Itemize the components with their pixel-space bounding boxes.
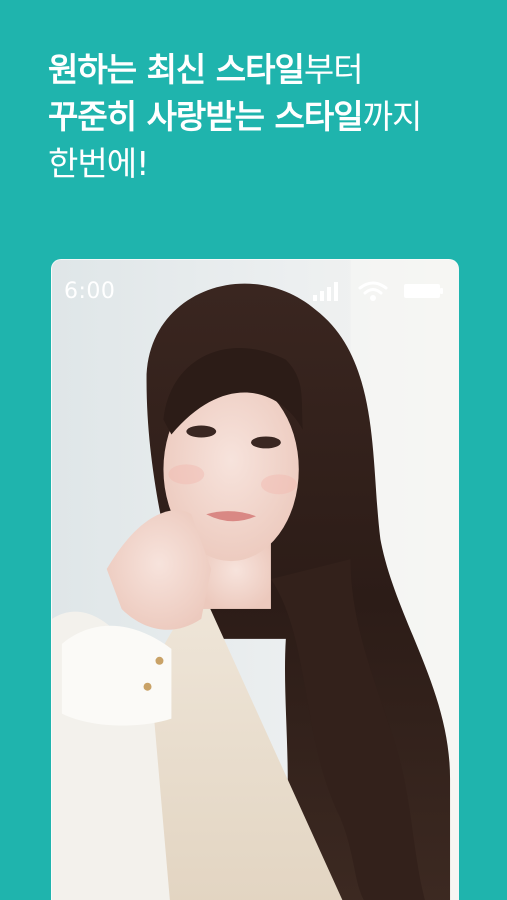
phone-mockup: 6:00 bbox=[51, 259, 459, 900]
status-time: 6:00 bbox=[64, 278, 116, 304]
headline-line-2-light: 까지 bbox=[362, 97, 423, 136]
headline-line-3: 한번에! bbox=[48, 144, 149, 183]
headline: 원하는 최신 스타일부터 꾸준히 사랑받는 스타일까지 한번에! bbox=[48, 46, 423, 187]
battery-icon bbox=[404, 284, 443, 298]
model-photo bbox=[52, 260, 458, 900]
status-bar: 6:00 bbox=[52, 260, 458, 322]
status-icons bbox=[312, 280, 444, 302]
headline-line-2-bold: 꾸준히 사랑받는 스타일 bbox=[48, 97, 364, 136]
promo-screen: 원하는 최신 스타일부터 꾸준히 사랑받는 스타일까지 한번에! 6:00 bbox=[0, 0, 507, 900]
headline-line-2: 꾸준히 사랑받는 스타일까지 bbox=[48, 93, 423, 140]
headline-line-1-light: 부터 bbox=[303, 50, 364, 89]
signal-icon bbox=[313, 282, 338, 301]
headline-line-1: 원하는 최신 스타일부터 bbox=[48, 46, 421, 93]
wifi-icon bbox=[358, 281, 388, 301]
headline-line-1-bold: 원하는 최신 스타일 bbox=[48, 50, 305, 89]
